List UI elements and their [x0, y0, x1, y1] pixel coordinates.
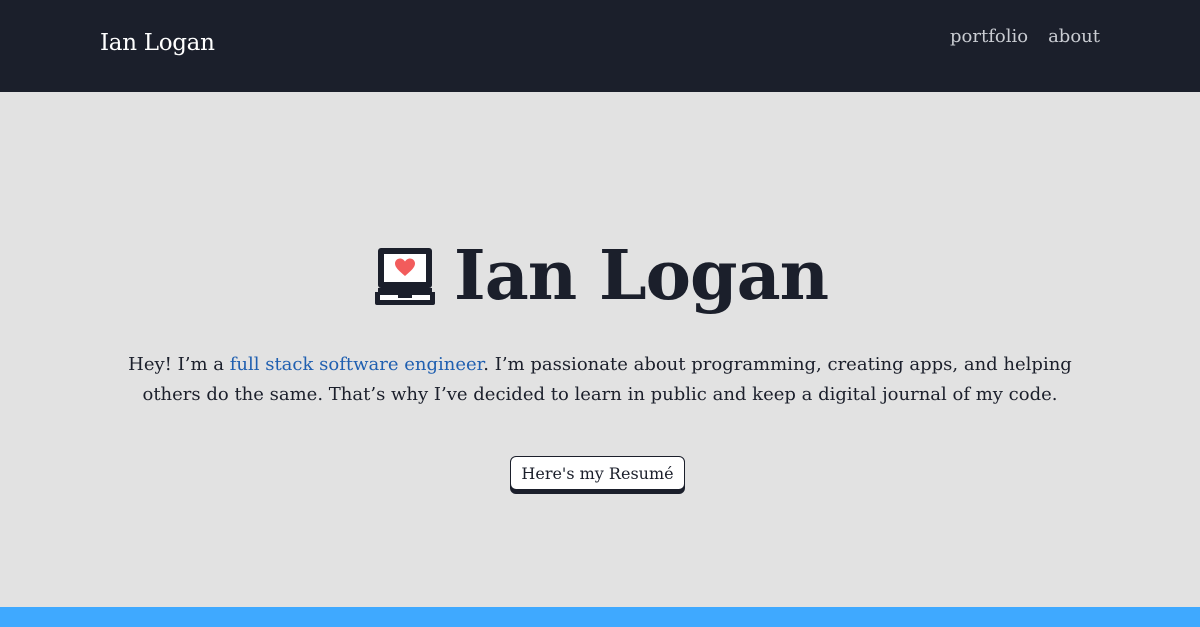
nav-link-about[interactable]: about: [1048, 26, 1100, 47]
footer-strip: [0, 607, 1200, 627]
navbar: Ian Logan portfolio about: [0, 0, 1200, 92]
nav-link-portfolio[interactable]: portfolio: [950, 26, 1028, 47]
laptop-heart-icon: [372, 245, 438, 307]
hero-section: Ian Logan Hey! I’m a full stack software…: [0, 92, 1200, 607]
intro-text-before: Hey! I’m a: [128, 354, 230, 375]
resume-button[interactable]: Here's my Resumé: [510, 456, 685, 490]
nav-links: portfolio about: [950, 26, 1100, 47]
hero-name: Ian Logan: [453, 236, 829, 316]
hero-intro: Hey! I’m a full stack software engineer.…: [100, 350, 1100, 410]
full-stack-link[interactable]: full stack software engineer: [230, 354, 484, 375]
brand-link[interactable]: Ian Logan: [100, 30, 215, 56]
hero-title: Ian Logan: [0, 242, 1200, 310]
